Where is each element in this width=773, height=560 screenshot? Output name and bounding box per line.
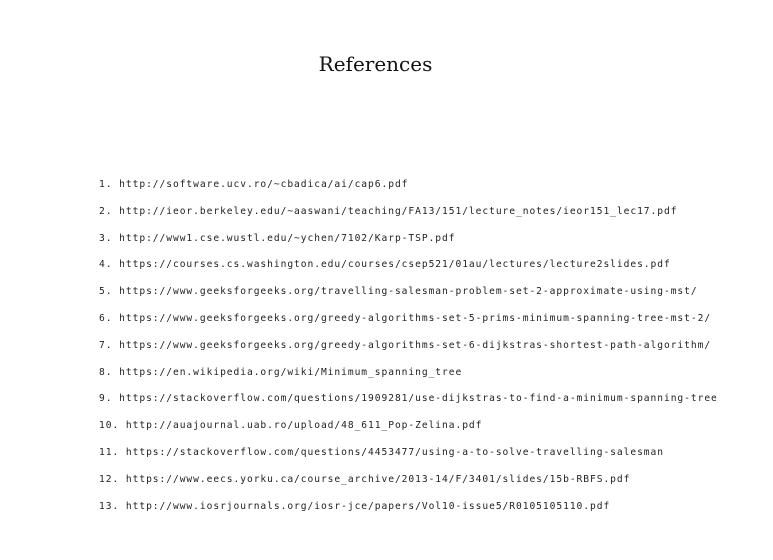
reference-item-11: 11. https://stackoverflow.com/questions/… [99,446,664,458]
reference-item-4: 4. https://courses.cs.washington.edu/cou… [99,259,671,271]
page-title: References [318,52,433,76]
slide: References 1. http://software.ucv.ro/~cb… [0,0,773,560]
reference-list: 1. http://software.ucv.ro/~cbadica/ai/ca… [99,176,769,524]
reference-item-9: 9. https://stackoverflow.com/questions/1… [99,393,718,405]
reference-item-7: 7. https://www.geeksforgeeks.org/greedy-… [99,339,712,351]
reference-item-12: 12. https://www.eecs.yorku.ca/course_arc… [99,473,631,485]
reference-item-3: 3. http://www1.cse.wustl.edu/~ychen/7102… [99,232,456,244]
reference-item-8: 8. https://en.wikipedia.org/wiki/Minimum… [99,366,463,378]
reference-item-5: 5. https://www.geeksforgeeks.org/travell… [99,286,698,298]
reference-item-6: 6. https://www.geeksforgeeks.org/greedy-… [99,312,712,324]
reference-item-13: 13. http://www.iosrjournals.org/iosr-jce… [99,500,611,512]
reference-item-1: 1. http://software.ucv.ro/~cbadica/ai/ca… [99,179,409,190]
reference-item-10: 10. http://auajournal.uab.ro/upload/48_6… [99,420,483,432]
reference-item-2: 2. http://ieor.berkeley.edu/~aaswani/tea… [99,205,678,217]
